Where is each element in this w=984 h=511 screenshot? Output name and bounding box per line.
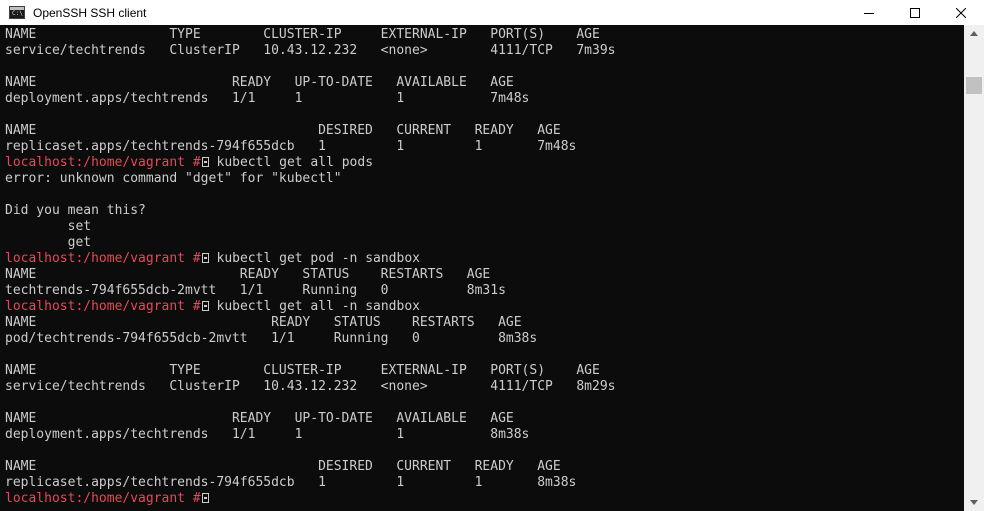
output-line: NAME READY STATUS RESTARTS AGE [5,267,615,283]
output-text: NAME DESIRED CURRENT READY AGE [5,459,561,474]
scroll-down-arrow-icon [970,500,978,505]
close-button[interactable] [938,0,984,25]
shell-prompt: localhost:/home/vagrant # [5,491,201,506]
maximize-icon [910,7,920,18]
output-text: NAME READY STATUS RESTARTS AGE [5,267,491,282]
output-line: replicaset.apps/techtrends-794f655dcb 1 … [5,475,615,491]
output-text: NAME DESIRED CURRENT READY AGE [5,123,561,138]
vertical-scrollbar[interactable] [964,25,984,511]
scroll-up-button[interactable] [964,25,984,42]
prompt-glyph-icon [201,301,209,311]
prompt-line: localhost:/home/vagrant # kubectl get po… [5,251,615,267]
title-bar[interactable]: C:\ OpenSSH SSH client [0,0,984,25]
prompt-line: localhost:/home/vagrant # [5,491,615,507]
output-text: set [5,219,92,234]
output-line: service/techtrends ClusterIP 10.43.12.23… [5,43,615,59]
output-text: Did you mean this? [5,203,146,218]
output-text: techtrends-794f655dcb-2mvtt 1/1 Running … [5,283,506,298]
output-line: Did you mean this? [5,203,615,219]
prompt-glyph-icon [201,253,209,263]
output-line: NAME READY STATUS RESTARTS AGE [5,315,615,331]
terminal-window: C:\ OpenSSH SSH client NAME TYPE CLUSTER… [0,0,984,511]
output-text: service/techtrends ClusterIP 10.43.12.23… [5,379,616,394]
output-line: pod/techtrends-794f655dcb-2mvtt 1/1 Runn… [5,331,615,347]
console-app-icon[interactable]: C:\ [9,6,25,19]
command-text: kubectl get all -n sandbox [208,299,420,314]
shell-prompt: localhost:/home/vagrant # [5,155,201,170]
shell-prompt: localhost:/home/vagrant # [5,251,201,266]
output-text: NAME READY UP-TO-DATE AVAILABLE AGE [5,411,514,426]
scroll-thumb[interactable] [966,77,982,94]
scroll-down-button[interactable] [964,494,984,511]
output-line: set [5,219,615,235]
output-text: NAME TYPE CLUSTER-IP EXTERNAL-IP PORT(S)… [5,27,600,42]
output-text: error: unknown command "dget" for "kubec… [5,171,342,186]
minimize-icon [864,12,874,14]
window-title: OpenSSH SSH client [33,5,147,20]
output-line: NAME TYPE CLUSTER-IP EXTERNAL-IP PORT(S)… [5,363,615,379]
prompt-glyph-icon [201,493,209,503]
output-line: NAME READY UP-TO-DATE AVAILABLE AGE [5,75,615,91]
command-text: kubectl get pod -n sandbox [208,251,420,266]
prompt-glyph-icon [201,157,209,167]
console-app-icon-text: C:\ [12,10,23,17]
output-text: NAME READY STATUS RESTARTS AGE [5,315,522,330]
output-text: deployment.apps/techtrends 1/1 1 1 8m38s [5,427,530,442]
scroll-up-arrow-icon [970,31,978,36]
output-line: deployment.apps/techtrends 1/1 1 1 7m48s [5,91,615,107]
output-line: get [5,235,615,251]
output-line: deployment.apps/techtrends 1/1 1 1 8m38s [5,427,615,443]
maximize-button[interactable] [892,0,938,25]
output-text: pod/techtrends-794f655dcb-2mvtt 1/1 Runn… [5,331,538,346]
output-text: NAME READY UP-TO-DATE AVAILABLE AGE [5,75,514,90]
minimize-button[interactable] [846,0,892,25]
shell-prompt: localhost:/home/vagrant # [5,299,201,314]
output-text: service/techtrends ClusterIP 10.43.12.23… [5,43,616,58]
output-line: error: unknown command "dget" for "kubec… [5,171,615,187]
output-line: replicaset.apps/techtrends-794f655dcb 1 … [5,139,615,155]
output-line: NAME TYPE CLUSTER-IP EXTERNAL-IP PORT(S)… [5,27,615,43]
output-text: replicaset.apps/techtrends-794f655dcb 1 … [5,475,577,490]
output-text: get [5,235,92,250]
output-line: NAME DESIRED CURRENT READY AGE [5,459,615,475]
terminal-lines: NAME TYPE CLUSTER-IP EXTERNAL-IP PORT(S)… [5,27,615,507]
command-text: kubectl get all pods [208,155,374,170]
close-icon [956,7,966,18]
terminal-output[interactable]: NAME TYPE CLUSTER-IP EXTERNAL-IP PORT(S)… [0,25,964,511]
output-text: NAME TYPE CLUSTER-IP EXTERNAL-IP PORT(S)… [5,363,600,378]
prompt-line: localhost:/home/vagrant # kubectl get al… [5,299,615,315]
output-text: deployment.apps/techtrends 1/1 1 1 7m48s [5,91,530,106]
output-line: NAME READY UP-TO-DATE AVAILABLE AGE [5,411,615,427]
output-text: replicaset.apps/techtrends-794f655dcb 1 … [5,139,577,154]
output-line: NAME DESIRED CURRENT READY AGE [5,123,615,139]
output-line: service/techtrends ClusterIP 10.43.12.23… [5,379,615,395]
window-controls [846,0,984,25]
prompt-line: localhost:/home/vagrant # kubectl get al… [5,155,615,171]
output-line: techtrends-794f655dcb-2mvtt 1/1 Running … [5,283,615,299]
